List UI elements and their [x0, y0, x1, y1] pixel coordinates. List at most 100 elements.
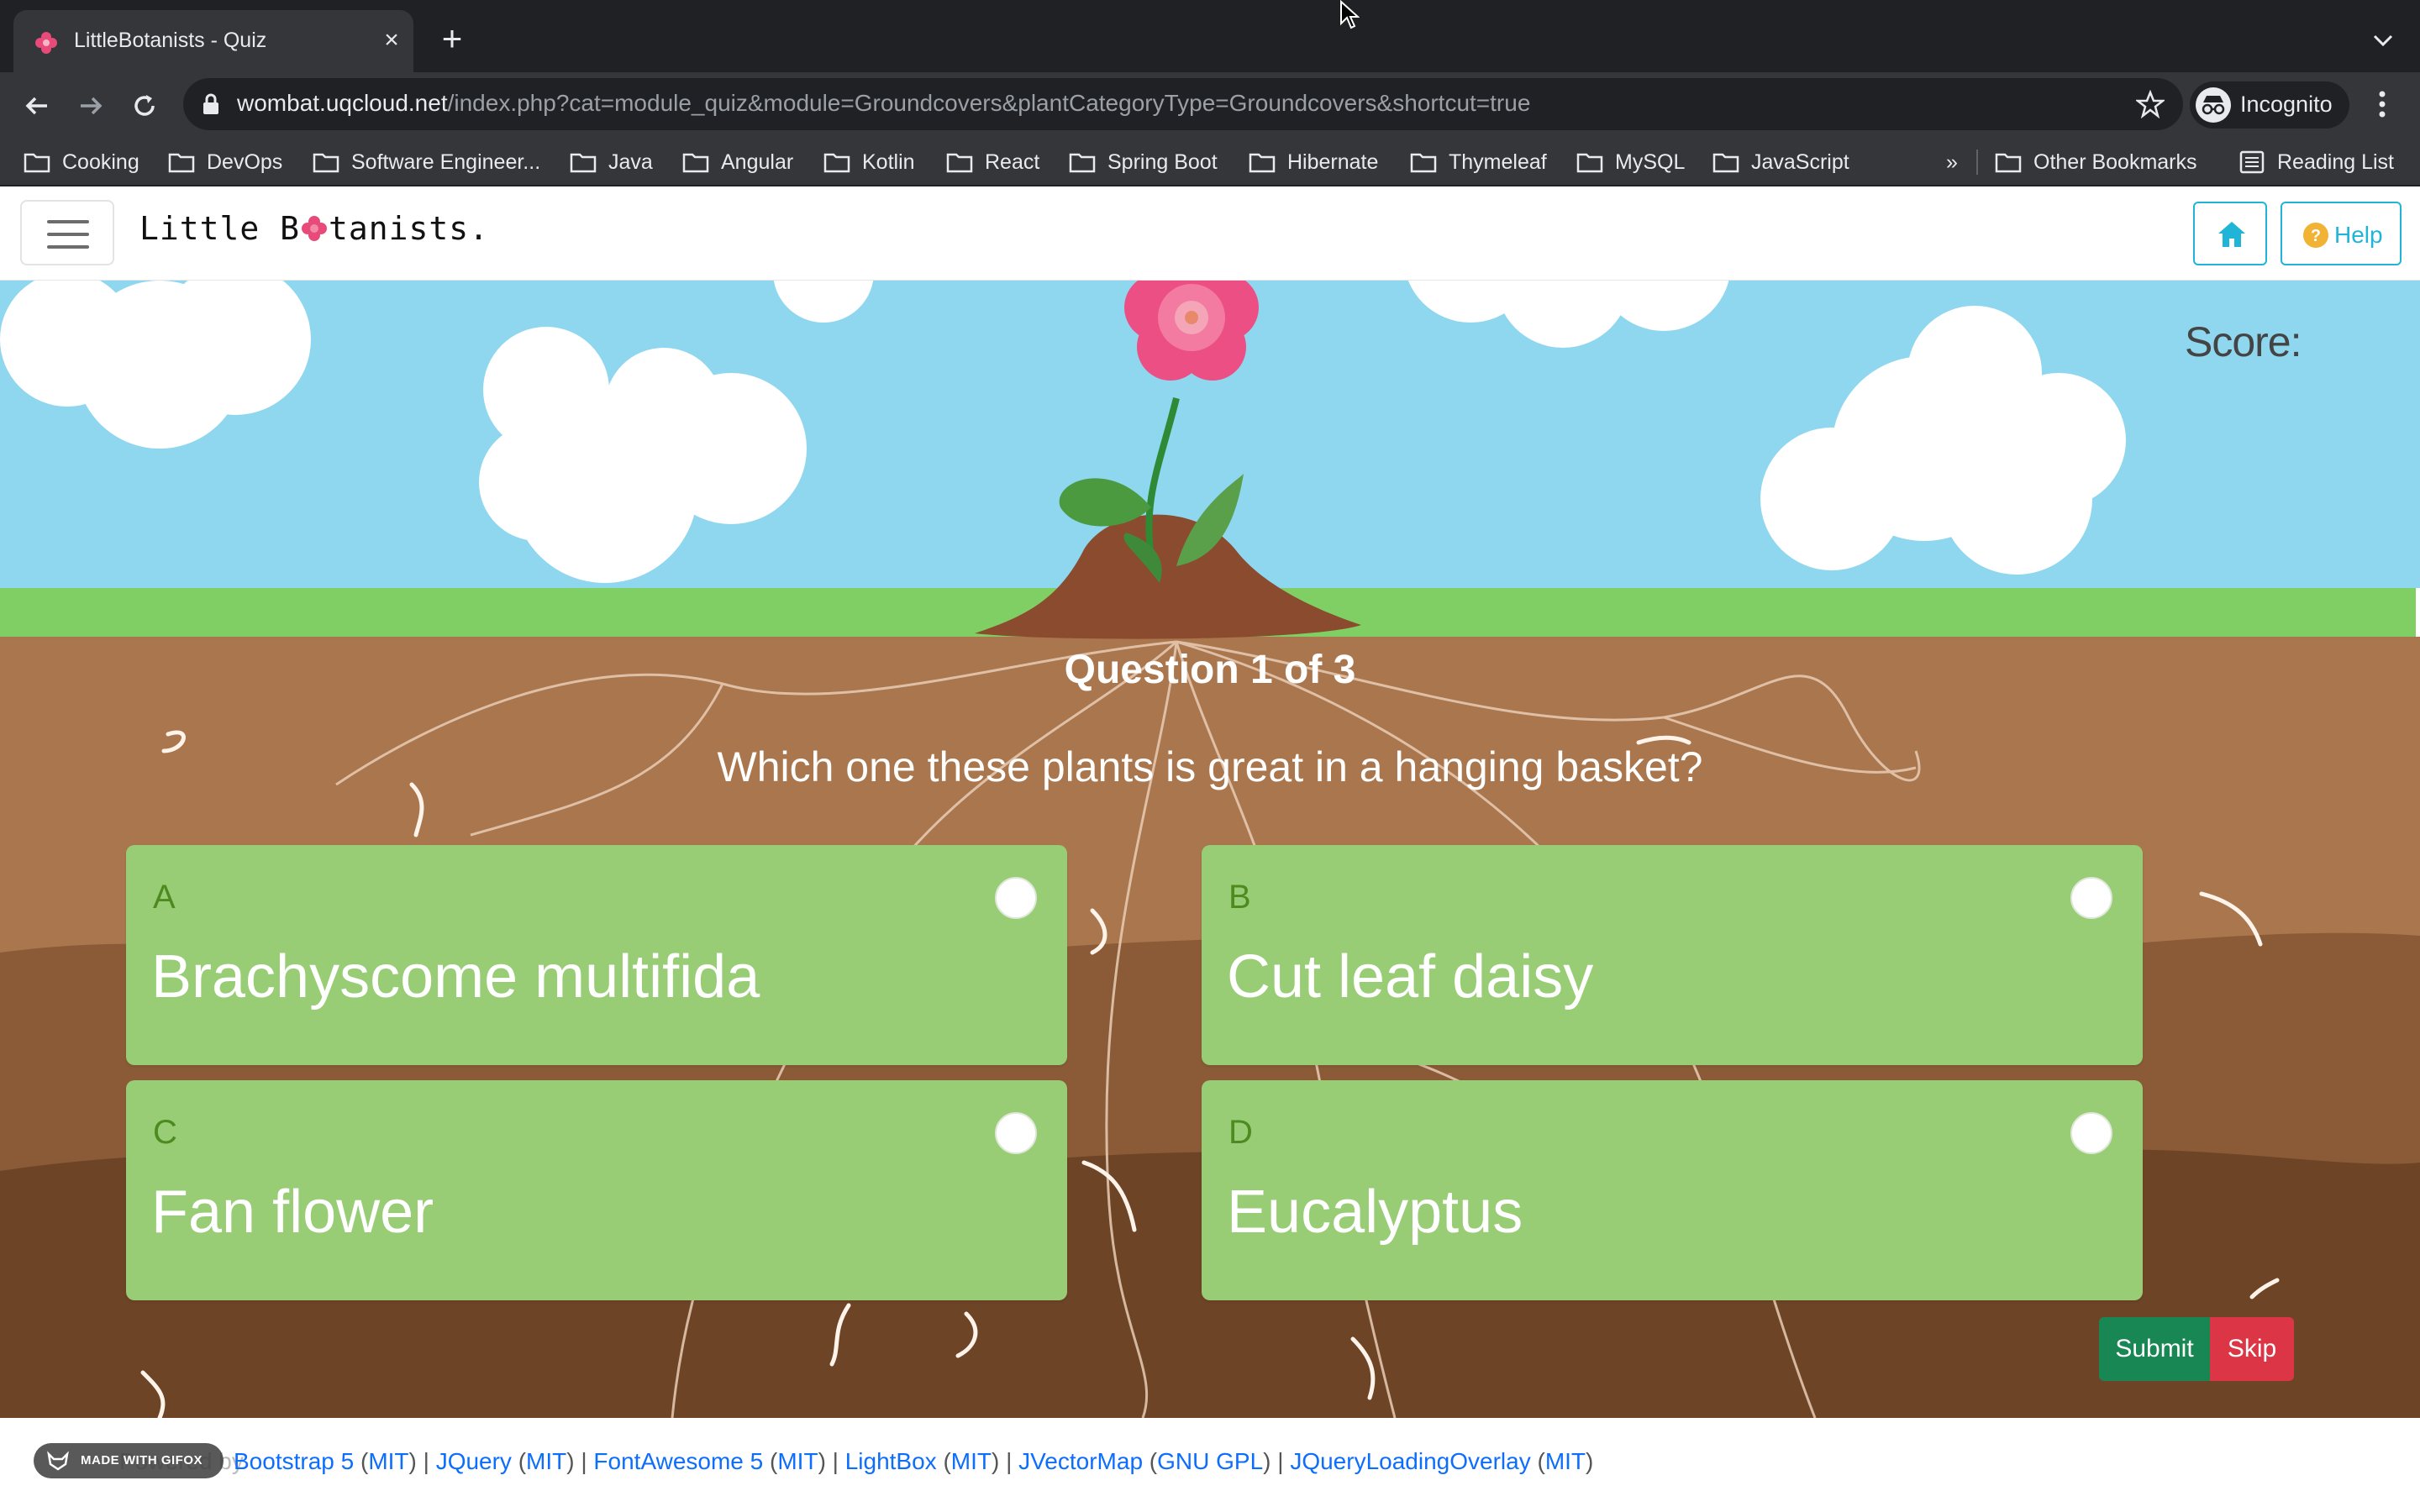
- gifox-badge: MADE WITH GIFOX: [34, 1443, 224, 1478]
- tab-search-chevron-icon[interactable]: [2368, 25, 2398, 55]
- folder-icon: [1712, 153, 1739, 173]
- bookmark-folder[interactable]: Software Engineer...: [313, 146, 540, 178]
- bookmark-folder[interactable]: Kotlin: [823, 146, 915, 178]
- option-text: Fan flower: [151, 1179, 434, 1246]
- submit-button[interactable]: Submit: [2099, 1317, 2210, 1381]
- folder-icon: [946, 153, 973, 173]
- credit-link[interactable]: JQueryLoadingOverlay: [1290, 1448, 1530, 1474]
- address-bar[interactable]: wombat.uqcloud.net/index.php?cat=module_…: [183, 78, 2183, 130]
- mouse-cursor-icon: [1340, 0, 1360, 29]
- option-radio[interactable]: [2070, 1112, 2112, 1154]
- fox-icon: [47, 1451, 69, 1471]
- folder-icon: [570, 153, 597, 173]
- license-link[interactable]: MIT: [526, 1448, 566, 1474]
- question-counter: Question 1 of 3: [1064, 648, 1356, 692]
- reload-icon[interactable]: [126, 87, 163, 124]
- hamburger-icon-bar: [47, 233, 89, 236]
- brand-text-start: Little B: [139, 210, 301, 247]
- incognito-profile-button[interactable]: Incognito: [2190, 81, 2349, 129]
- score-label: Score:: [2185, 318, 2302, 365]
- flower-favicon-icon: [35, 32, 57, 54]
- forward-arrow-icon[interactable]: [72, 87, 109, 124]
- bookmark-folder[interactable]: Angular: [682, 146, 793, 178]
- folder-icon: [823, 153, 850, 173]
- bookmark-folder[interactable]: Java: [570, 146, 653, 178]
- license-link[interactable]: GNU GPL: [1157, 1448, 1263, 1474]
- folder-icon: [1069, 153, 1096, 173]
- bookmark-folder[interactable]: Hibernate: [1249, 146, 1378, 178]
- answer-option-d[interactable]: D Eucalyptus: [1202, 1080, 2143, 1300]
- brand-text-end: tanists.: [329, 210, 490, 247]
- bookmark-folder[interactable]: MySQL: [1576, 146, 1685, 178]
- credit-link[interactable]: JQuery: [436, 1448, 512, 1474]
- hamburger-icon-bar: [47, 245, 89, 249]
- home-icon: [2218, 222, 2245, 247]
- bookmark-folder[interactable]: DevOps: [168, 146, 282, 178]
- skip-button[interactable]: Skip: [2210, 1317, 2294, 1381]
- new-tab-icon[interactable]: +: [435, 21, 469, 56]
- svg-text:?: ?: [2311, 227, 2321, 245]
- folder-icon: [1410, 153, 1437, 173]
- bookmark-folder[interactable]: Cooking: [24, 146, 139, 178]
- option-text: Eucalyptus: [1227, 1179, 1523, 1246]
- option-text: Cut leaf daisy: [1227, 943, 1594, 1011]
- browser-tab[interactable]: LittleBotanists - Quiz ×: [13, 10, 413, 72]
- folder-icon: [1576, 153, 1603, 173]
- option-radio[interactable]: [995, 1112, 1037, 1154]
- reading-list-button[interactable]: Reading List: [2238, 146, 2394, 178]
- tab-close-icon[interactable]: ×: [376, 25, 407, 55]
- answer-option-a[interactable]: A Brachyscome multifida: [126, 845, 1067, 1065]
- option-text: Brachyscome multifida: [151, 943, 760, 1011]
- credit-link[interactable]: JVectorMap: [1018, 1448, 1143, 1474]
- bookmark-folder[interactable]: JavaScript: [1712, 146, 1849, 178]
- bookmarks-overflow-button[interactable]: »: [1946, 146, 1958, 178]
- option-radio[interactable]: [2070, 877, 2112, 919]
- folder-icon: [1249, 153, 1276, 173]
- credit-link[interactable]: FontAwesome 5: [593, 1448, 763, 1474]
- incognito-icon: [2196, 87, 2231, 123]
- hamburger-icon: [47, 220, 89, 223]
- option-letter: A: [153, 879, 176, 916]
- bookmark-folder[interactable]: Thymeleaf: [1410, 146, 1547, 178]
- menu-toggle-button[interactable]: [20, 200, 114, 265]
- home-button[interactable]: [2193, 202, 2267, 265]
- gifox-label: MADE WITH GIFOX: [81, 1453, 203, 1467]
- bookmarks-bar: Cooking DevOps Software Engineer... Java…: [0, 138, 2420, 186]
- option-letter: C: [153, 1114, 177, 1151]
- license-link[interactable]: MIT: [368, 1448, 408, 1474]
- flower-logo-icon: [302, 216, 328, 241]
- help-button[interactable]: ? Help: [2281, 202, 2402, 265]
- license-link[interactable]: MIT: [1545, 1448, 1586, 1474]
- incognito-label: Incognito: [2240, 92, 2333, 117]
- other-bookmarks-folder[interactable]: Other Bookmarks: [1995, 146, 2197, 178]
- lock-icon: [203, 93, 218, 114]
- brand-logo[interactable]: Little B tanists.: [139, 210, 489, 247]
- credit-link[interactable]: Bootstrap 5: [234, 1448, 354, 1474]
- app-navbar: Little B tanists. ? Help: [0, 186, 2420, 281]
- browser-toolbar: wombat.uqcloud.net/index.php?cat=module_…: [0, 72, 2420, 138]
- browser-menu-icon[interactable]: [2370, 86, 2395, 123]
- answer-option-c[interactable]: C Fan flower: [126, 1080, 1067, 1300]
- folder-icon: [313, 153, 339, 173]
- bookmarks-divider: [1976, 150, 1978, 175]
- folder-icon: [1995, 153, 2022, 173]
- url-text: wombat.uqcloud.net/index.php?cat=module_…: [237, 90, 1531, 116]
- folder-icon: [24, 153, 50, 173]
- license-link[interactable]: MIT: [777, 1448, 818, 1474]
- help-label: Help: [2334, 222, 2383, 248]
- footer-credits: Bootstrap 5 (MIT) | JQuery (MIT) | FontA…: [234, 1448, 1594, 1474]
- bookmark-folder[interactable]: Spring Boot: [1069, 146, 1218, 178]
- bookmark-folder[interactable]: React: [946, 146, 1039, 178]
- folder-icon: [168, 153, 195, 173]
- footer: Powered by Bootstrap 5 (MIT) | JQuery (M…: [0, 1418, 2420, 1512]
- option-letter: D: [1228, 1114, 1253, 1151]
- back-arrow-icon[interactable]: [18, 87, 55, 124]
- question-text: Which one these plants is great in a han…: [717, 743, 1703, 790]
- answer-option-b[interactable]: B Cut leaf daisy: [1202, 845, 2143, 1065]
- reading-list-icon: [2239, 150, 2265, 174]
- bookmark-star-icon[interactable]: [2136, 90, 2165, 118]
- option-letter: B: [1228, 879, 1251, 916]
- credit-link[interactable]: LightBox: [845, 1448, 937, 1474]
- option-radio[interactable]: [995, 877, 1037, 919]
- license-link[interactable]: MIT: [951, 1448, 992, 1474]
